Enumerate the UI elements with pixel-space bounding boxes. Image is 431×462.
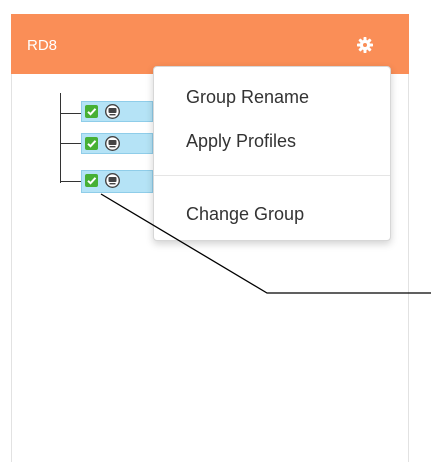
tree-row[interactable] — [81, 101, 153, 122]
device-icon — [105, 173, 120, 188]
menu-item-apply-profiles[interactable]: Apply Profiles — [154, 124, 390, 158]
tree-row[interactable] — [81, 170, 153, 193]
page: RD8 Group Rename Apply Profiles Change G… — [0, 0, 431, 462]
panel-title: RD8 — [27, 37, 58, 54]
menu-divider — [154, 175, 390, 176]
menu-item-change-group[interactable]: Change Group — [154, 197, 390, 231]
tree-row[interactable] — [81, 133, 153, 154]
gear-icon[interactable] — [354, 34, 376, 56]
panel-header: RD8 — [11, 14, 409, 74]
green-checkmark-icon[interactable] — [85, 174, 98, 187]
tree-branch-line — [60, 181, 81, 182]
context-menu: Group Rename Apply Profiles Change Group — [153, 66, 391, 241]
tree-branch-line — [60, 143, 81, 144]
menu-item-group-rename[interactable]: Group Rename — [154, 80, 390, 114]
device-icon — [105, 136, 120, 151]
device-icon — [105, 104, 120, 119]
tree-vertical-line — [60, 93, 61, 183]
green-checkmark-icon[interactable] — [85, 137, 98, 150]
tree-branch-line — [60, 113, 81, 114]
green-checkmark-icon[interactable] — [85, 105, 98, 118]
